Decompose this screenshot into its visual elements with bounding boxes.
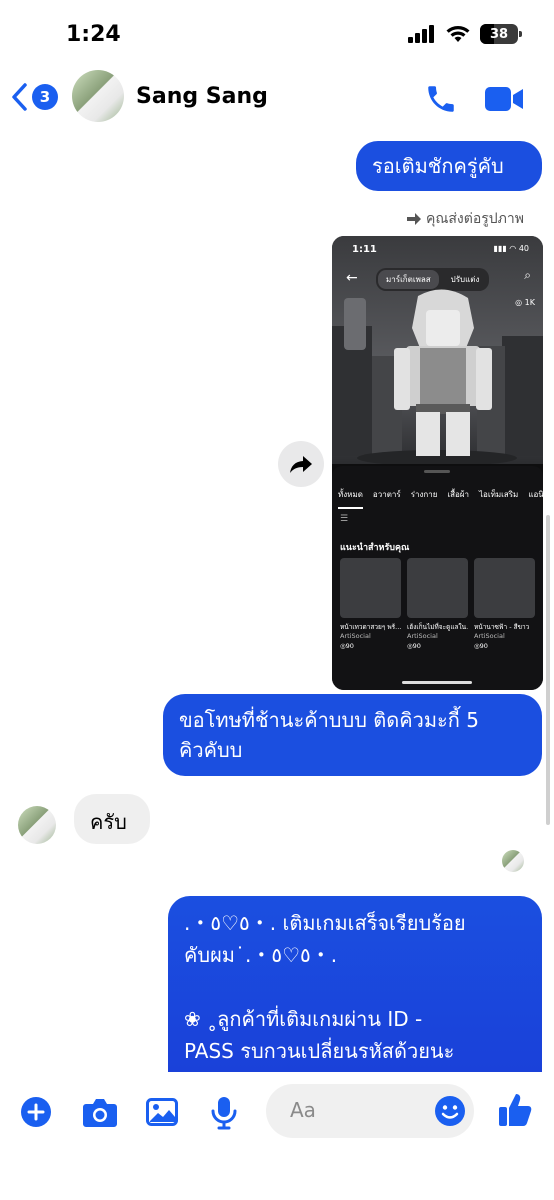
like-button[interactable] [498, 1092, 532, 1132]
message-input-placeholder: Aa [290, 1098, 316, 1122]
image-status-time: 1:11 [352, 244, 377, 255]
image-category: ร่างกาย [410, 490, 438, 499]
phone-icon [428, 86, 454, 112]
status-icons: 38 [408, 24, 522, 44]
message-text: ครับ [90, 810, 127, 834]
plus-circle-icon [21, 1097, 51, 1127]
item-name: เฮ้งเก็นไม่ที่จะดูแลใน... [407, 623, 468, 631]
scrollbar[interactable] [546, 515, 550, 825]
item-seller: ArtiSocial [407, 632, 438, 640]
message-text-line: .・٥♡٥・. เติมเกมเสร็จเรียบร้อย [184, 911, 466, 935]
item-price: ◎90 [407, 642, 421, 650]
wifi-icon [446, 26, 470, 42]
image-icon [146, 1098, 178, 1126]
image-section-title: แนะนำสำหรับคุณ [340, 543, 410, 553]
image-item-card: หน้าเทวดาสวยๆ พร้... ArtiSocial ◎90 [340, 558, 401, 650]
image-category: แอนิ [528, 490, 543, 499]
back-button[interactable]: 3 [10, 82, 58, 112]
item-price: ◎90 [340, 642, 354, 650]
item-thumbnail [407, 558, 468, 618]
image-category-row: ทั้งหมด อวาตาร์ ร่างกาย เสื้อผ้า ไอเท็มเ… [338, 488, 543, 509]
share-arrow-icon [290, 456, 312, 473]
message-bubble-outgoing[interactable]: .・٥♡٥・. เติมเกมเสร็จเรียบร้อย คับผม˙.・٥♡… [168, 896, 542, 1096]
image-item-card: เฮ้งเก็นไม่ที่จะดูแลใน... ArtiSocial ◎90 [407, 558, 468, 650]
status-bar: 1:24 38 [0, 0, 554, 70]
message-text-line: PASS รบกวนเปลี่ยนรหัสด้วยนะ [184, 1039, 455, 1063]
image-category: อวาตาร์ [372, 490, 401, 499]
image-tab-marketplace: มาร์เก็ตเพลส [378, 270, 439, 289]
video-camera-icon [485, 87, 523, 111]
image-preview-top: 1:11 ▮▮▮ ◠ 40 ← มาร์เก็ตเพลส ปรับแต่ง ⌕ … [332, 236, 543, 464]
message-text-line: คิวคับบ [179, 738, 243, 762]
image-category: เสื้อผ้า [447, 490, 470, 499]
gallery-button[interactable] [146, 1096, 178, 1132]
item-thumbnail [474, 558, 535, 618]
forward-button[interactable] [278, 441, 324, 487]
image-item-card: หน้านาซฟ้า - สีขาว ArtiSocial ◎90 [474, 558, 535, 650]
image-search-icon: ⌕ [524, 268, 531, 282]
message-text: รอเติมชักครู่คับ [372, 154, 504, 178]
item-name: หน้านาซฟ้า - สีขาว [474, 623, 530, 631]
phone-call-button[interactable] [424, 82, 458, 120]
forwarded-label: คุณส่งต่อรูปภาพ [406, 208, 524, 230]
sender-avatar[interactable] [18, 806, 56, 844]
image-back-arrow-icon: ← [346, 270, 358, 286]
video-call-button[interactable] [484, 84, 524, 118]
chat-header: 3 Sang Sang [0, 70, 554, 132]
camera-icon [83, 1099, 117, 1127]
status-time: 1:24 [66, 22, 121, 47]
camera-button[interactable] [82, 1096, 118, 1132]
shared-image[interactable]: 1:11 ▮▮▮ ◠ 40 ← มาร์เก็ตเพลส ปรับแต่ง ⌕ … [332, 236, 543, 690]
image-tab-customize: ปรับแต่ง [450, 275, 480, 284]
item-seller: ArtiSocial [474, 632, 505, 640]
image-status-icons: ▮▮▮ ◠ 40 [493, 244, 529, 253]
thumbs-up-icon [499, 1094, 532, 1126]
message-text-line: คับผม˙.・٥♡٥・. [184, 943, 338, 967]
voice-button[interactable] [210, 1096, 238, 1134]
image-filter-icon: ☰ [340, 514, 349, 524]
unread-badge: 3 [32, 84, 58, 110]
microphone-icon [211, 1097, 237, 1130]
forwarded-label-text: คุณส่งต่อรูปภาพ [426, 211, 524, 227]
item-name: หน้าเทวดาสวยๆ พร้... [340, 623, 401, 631]
avatar-figure [394, 289, 492, 456]
message-input[interactable]: Aa [266, 1084, 474, 1138]
image-coin-balance: ◎ 1K [515, 298, 535, 307]
read-receipt-avatar [502, 850, 524, 872]
item-price: ◎90 [474, 642, 488, 650]
contact-name[interactable]: Sang Sang [136, 84, 268, 109]
item-thumbnail [340, 558, 401, 618]
image-bottom-sheet: ทั้งหมด อวาตาร์ ร่างกาย เสื้อผ้า ไอเท็มเ… [332, 466, 543, 690]
message-text-line: ขอโทษที่ช้านะค้าบบบ ติดคิวมะกี้ 5 [179, 708, 479, 732]
contact-avatar[interactable] [72, 70, 124, 122]
item-seller: ArtiSocial [340, 632, 371, 640]
sheet-handle [424, 470, 450, 473]
image-home-indicator [402, 681, 472, 684]
image-side-thumbs [344, 298, 366, 350]
smiley-icon [435, 1096, 465, 1126]
image-category: ทั้งหมด [338, 488, 363, 509]
add-button[interactable] [20, 1096, 52, 1132]
image-item-grid: หน้าเทวดาสวยๆ พร้... ArtiSocial ◎90 เฮ้ง… [340, 558, 535, 650]
message-bubble-outgoing[interactable]: ขอโทษที่ช้านะค้าบบบ ติดคิวมะกี้ 5 คิวคับ… [163, 694, 542, 776]
image-category: ไอเท็มเสริม [479, 490, 519, 499]
battery-indicator: 38 [480, 24, 522, 44]
forward-arrow-icon [407, 213, 422, 225]
message-text-line: ❀ ˳ลูกค้าที่เติมเกมผ่าน ID - [184, 1007, 423, 1031]
chevron-left-icon [12, 83, 27, 111]
message-bubble-incoming[interactable]: ครับ [74, 794, 150, 844]
emoji-button[interactable] [434, 1095, 466, 1131]
signal-icon [408, 25, 434, 43]
message-bubble-outgoing[interactable]: รอเติมชักครู่คับ [356, 141, 542, 191]
